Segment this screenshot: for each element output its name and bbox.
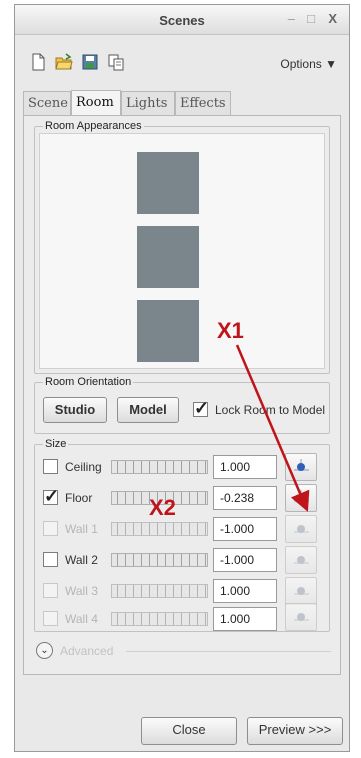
wall4-position-button[interactable] [285,603,317,631]
light-bulb-icon [294,490,309,502]
close-window-icon[interactable]: X [328,11,337,26]
size-group: Size Ceiling 1.000 ✓ Floor -0.238 Wall 1… [34,438,330,632]
wall1-checkbox[interactable] [43,521,58,536]
light-bulb-icon [294,556,309,564]
annotation-x2: X2 [149,495,176,520]
floor-value-field[interactable]: -0.238 [213,486,277,510]
annotation-x1: X1 [217,318,244,343]
tab-effects[interactable]: Effects [175,91,231,115]
ceiling-position-button[interactable] [285,453,317,481]
light-bulb-icon [294,613,309,621]
appearance-swatch-1[interactable] [137,152,199,214]
tab-scene[interactable]: Scene [23,91,71,115]
title-bar: Scenes – □ X [15,5,349,35]
appearance-swatch-2[interactable] [137,226,199,288]
wall3-position-button[interactable] [285,577,317,605]
appearance-swatch-3[interactable] [137,300,199,362]
checkmark-icon: ✓ [194,398,210,418]
room-appearances-group: Room Appearances [34,120,330,374]
wall4-slider[interactable] [111,612,208,626]
window-title: Scenes [159,13,205,28]
wall2-value-field[interactable]: -1.000 [213,548,277,572]
ceiling-label: Ceiling [65,460,102,474]
light-bulb-icon [294,459,309,471]
scenes-window: Scenes – □ X Options ▼ Scene Room Lights… [14,4,350,752]
studio-button[interactable]: Studio [43,397,107,423]
wall2-checkbox[interactable] [43,552,58,567]
ceiling-checkbox[interactable] [43,459,58,474]
divider [126,651,331,652]
tab-lights[interactable]: Lights [121,91,175,115]
wall3-value-field[interactable]: 1.000 [213,579,277,603]
floor-label: Floor [65,491,93,505]
new-file-icon[interactable] [29,53,47,71]
advanced-section: ⌄ Advanced [36,642,334,662]
checkmark-icon: ✓ [44,486,60,506]
expand-chevron-icon[interactable]: ⌄ [36,642,53,659]
room-panel: Room Appearances Room Orientation Studio… [23,115,341,675]
wall3-label: Wall 3 [65,584,98,598]
wall3-slider[interactable] [111,584,208,598]
close-button[interactable]: Close [141,717,237,745]
wall2-label: Wall 2 [65,553,98,567]
room-orientation-label: Room Orientation [43,376,134,388]
appearances-list [39,133,325,369]
model-button[interactable]: Model [117,397,179,423]
floor-position-button[interactable] [285,484,317,512]
wall2-position-button[interactable] [285,546,317,574]
wall1-position-button[interactable] [285,515,317,543]
save-icon[interactable] [81,53,99,71]
wall1-label: Wall 1 [65,522,98,536]
lock-room-label: Lock Room to Model [215,403,326,417]
tab-room[interactable]: Room [71,90,121,116]
advanced-label: Advanced [60,644,114,658]
wall1-slider[interactable] [111,522,208,536]
options-menu[interactable]: Options ▼ [280,57,337,71]
wall4-value-field[interactable]: 1.000 [213,607,277,631]
room-appearances-label: Room Appearances [43,120,144,132]
preview-button[interactable]: Preview >>> [247,717,343,745]
floor-checkbox[interactable]: ✓ [43,486,59,506]
copy-icon[interactable] [107,53,125,71]
toolbar: Options ▼ [15,35,349,89]
lock-room-checkbox[interactable]: ✓ [193,398,209,418]
wall4-label: Wall 4 [65,612,98,626]
wall2-slider[interactable] [111,553,208,567]
ceiling-slider[interactable] [111,460,208,474]
room-orientation-group: Room Orientation Studio Model ✓ Lock Roo… [34,376,330,434]
light-bulb-icon [294,525,309,533]
minimize-icon[interactable]: – [288,11,295,26]
wall1-value-field[interactable]: -1.000 [213,517,277,541]
ceiling-value-field[interactable]: 1.000 [213,455,277,479]
wall3-checkbox[interactable] [43,583,58,598]
size-label: Size [43,438,69,450]
maximize-icon[interactable]: □ [307,11,315,26]
open-folder-icon[interactable] [55,53,73,71]
wall4-checkbox[interactable] [43,611,58,626]
light-bulb-icon [294,587,309,595]
